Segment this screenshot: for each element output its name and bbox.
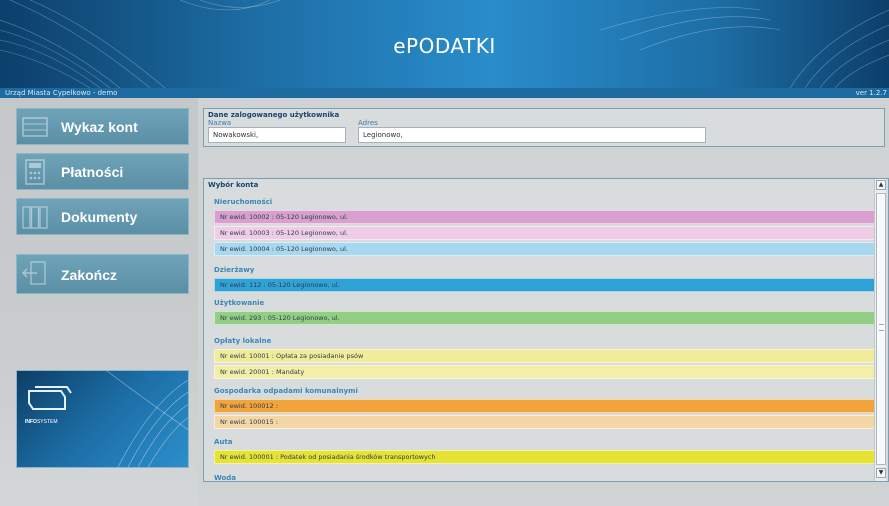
exit-door-icon [21, 261, 46, 285]
nav-documents-button[interactable]: Dokumenty [16, 198, 189, 235]
logo-brand-rest: SYSTEM [36, 419, 58, 425]
scrollbar[interactable]: ▲ ▼ [874, 179, 886, 481]
organization-label: Urząd Miasta Cypelkowo - demo [5, 89, 118, 97]
calculator-icon [25, 159, 45, 185]
account-row[interactable]: Nr ewid. 10004 : 05-120 Legionowo, ul. [214, 242, 876, 256]
scroll-grip [879, 324, 884, 331]
address-label: Adres [358, 119, 378, 127]
account-row[interactable]: Nr ewid. 10002 : 05-120 Legionowo, ul. [214, 210, 876, 224]
nav-payments-button[interactable]: Płatności [16, 153, 189, 190]
infosystem-logo: INFOSYSTEM [16, 370, 189, 468]
account-row[interactable]: Nr ewid. 100012 : [214, 399, 876, 413]
account-row[interactable]: Nr ewid. 293 : 05-120 Legionowo, ul. [214, 311, 876, 325]
group-title: Gospodarka odpadami komunalnymi [214, 387, 358, 395]
nav-payments-label: Płatności [61, 164, 124, 180]
group-title: Woda [214, 474, 237, 482]
account-row[interactable]: Nr ewid. 112 : 05-120 Legionowo, ul. [214, 278, 876, 292]
user-panel-title: Dane zalogowanego użytkownika [208, 111, 340, 119]
nav-accounts-label: Wykaz kont [61, 119, 138, 135]
sidebar: Wykaz kont Płatności Dokumenty Zakończ I… [0, 98, 198, 506]
scroll-thumb[interactable] [876, 193, 886, 465]
group-title: Użytkowanie [214, 299, 265, 307]
account-row[interactable]: Nr ewid. 100001 : Podatek od posiadania … [214, 450, 876, 464]
group-title: Nieruchomości [214, 198, 273, 206]
binders-icon [22, 206, 48, 229]
logo-brand-bold: INFO [25, 419, 37, 425]
scroll-down-button[interactable]: ▼ [876, 468, 886, 478]
app-title: ePODATKI [393, 34, 496, 58]
user-info-panel: Dane zalogowanego użytkownika Nazwa Nowa… [203, 108, 885, 147]
account-row[interactable]: Nr ewid. 10001 : Opłata za posiadanie ps… [214, 349, 876, 363]
main-content: Dane zalogowanego użytkownika Nazwa Nowa… [198, 98, 889, 506]
header-banner: ePODATKI [0, 0, 889, 88]
nav-documents-label: Dokumenty [61, 209, 138, 225]
group-title: Dzierżawy [214, 266, 255, 274]
version-label: ver 1.2.7 [855, 89, 887, 97]
status-bar: Urząd Miasta Cypelkowo - demo ver 1.2.7 [0, 88, 889, 98]
scroll-up-button[interactable]: ▲ [876, 180, 886, 190]
group-title: Opłaty lokalne [214, 337, 272, 345]
nav-accounts-button[interactable]: Wykaz kont [16, 108, 189, 145]
group-title: Auta [214, 438, 233, 446]
ledger-icon [22, 117, 48, 137]
name-label: Nazwa [208, 119, 232, 127]
account-row[interactable]: Nr ewid. 10003 : 05-120 Legionowo, ul. [214, 226, 876, 240]
logo-brand: INFOSYSTEM [25, 419, 58, 425]
account-panel-title: Wybór konta [208, 181, 259, 189]
account-row[interactable]: Nr ewid. 100015 : [214, 415, 876, 429]
address-field: Legionowo, [358, 127, 706, 143]
nav-exit-label: Zakończ [61, 267, 118, 283]
name-field: Nowakowski, [208, 127, 346, 143]
account-row[interactable]: Nr ewid. 20001 : Mandaty [214, 365, 876, 379]
account-selection-panel: Wybór konta Nieruchomości Nr ewid. 10002 … [203, 178, 889, 482]
nav-exit-button[interactable]: Zakończ [16, 254, 189, 294]
